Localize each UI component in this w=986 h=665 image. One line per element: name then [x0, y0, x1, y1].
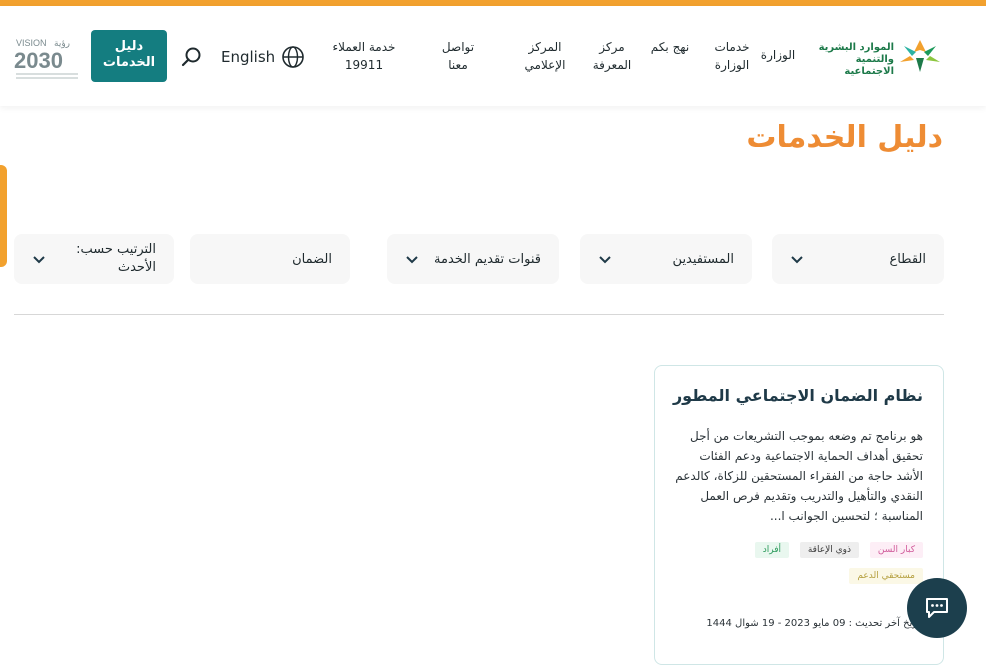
- service-card-date: تاريخ آخر تحديث : 09 مايو 2023 - 19 شوال…: [706, 618, 923, 629]
- sector-filter[interactable]: القطاع: [772, 234, 944, 284]
- page-title: دليل الخدمات: [746, 120, 943, 155]
- search-field[interactable]: الضمان: [190, 234, 350, 284]
- service-card[interactable]: نظام الضمان الاجتماعي المطور هو برنامج ت…: [654, 365, 944, 665]
- ministry-emblem-icon: [900, 40, 940, 72]
- nav-customer-service[interactable]: خدمة العملاء 19911: [326, 38, 402, 74]
- tag-elderly: كبار السن: [869, 542, 923, 558]
- chevron-down-icon: [791, 256, 803, 264]
- ministry-logo[interactable]: الموارد البشرية والتنمية الاجتماعية: [812, 36, 944, 77]
- service-card-title[interactable]: نظام الضمان الاجتماعي المطور: [673, 386, 923, 405]
- chevron-down-icon: [599, 256, 611, 264]
- nav-media-center[interactable]: المركز الإعلامي: [514, 38, 576, 74]
- sort-select-label: الترتيب حسب: الأحدث: [76, 242, 156, 275]
- nav-nahj[interactable]: نهج بكم: [650, 38, 690, 56]
- site-header: الموارد البشرية والتنمية الاجتماعية الوز…: [0, 6, 986, 106]
- beneficiaries-filter[interactable]: المستفيدين: [580, 234, 752, 284]
- sort-select[interactable]: الترتيب حسب: الأحدث: [14, 234, 174, 284]
- tag-support-eligible: مستحقي الدعم: [849, 568, 923, 584]
- vision-2030-logo: VISION رؤية 2030: [14, 38, 78, 79]
- chevron-down-icon: [406, 256, 418, 264]
- language-label: English: [221, 48, 276, 66]
- channels-filter-label: قنوات تقديم الخدمة: [434, 251, 541, 267]
- chat-icon: [926, 598, 948, 618]
- channels-filter[interactable]: قنوات تقديم الخدمة: [387, 234, 559, 284]
- nav-services[interactable]: خدمات الوزارة: [708, 38, 756, 74]
- globe-icon: [282, 46, 304, 68]
- chevron-down-icon: [33, 256, 45, 264]
- nav-contact[interactable]: تواصل معنا: [436, 38, 480, 74]
- svg-text:2030: 2030: [14, 48, 63, 73]
- filters-divider: [14, 314, 944, 315]
- tag-individuals: أفراد: [754, 542, 789, 558]
- services-guide-button[interactable]: دليل الخدمات: [91, 30, 167, 82]
- sector-filter-label: القطاع: [889, 251, 926, 267]
- tag-disabilities: ذوي الإعاقة: [799, 542, 859, 558]
- nav-ministry[interactable]: الوزارة: [760, 46, 796, 64]
- language-switch[interactable]: English: [221, 45, 305, 69]
- chat-button[interactable]: [907, 578, 967, 638]
- side-feedback-tab[interactable]: [0, 165, 7, 267]
- nav-knowledge-center[interactable]: مركز المعرفة: [590, 38, 634, 74]
- service-card-description: هو برنامج تم وضعه بموجب التشريعات من أجل…: [675, 429, 923, 523]
- logo-text: الموارد البشرية والتنمية الاجتماعية: [818, 42, 894, 77]
- search-field-value: الضمان: [292, 251, 332, 267]
- svg-text:VISION: VISION: [16, 38, 47, 48]
- beneficiaries-filter-label: المستفيدين: [672, 251, 734, 267]
- search-icon[interactable]: [180, 46, 202, 68]
